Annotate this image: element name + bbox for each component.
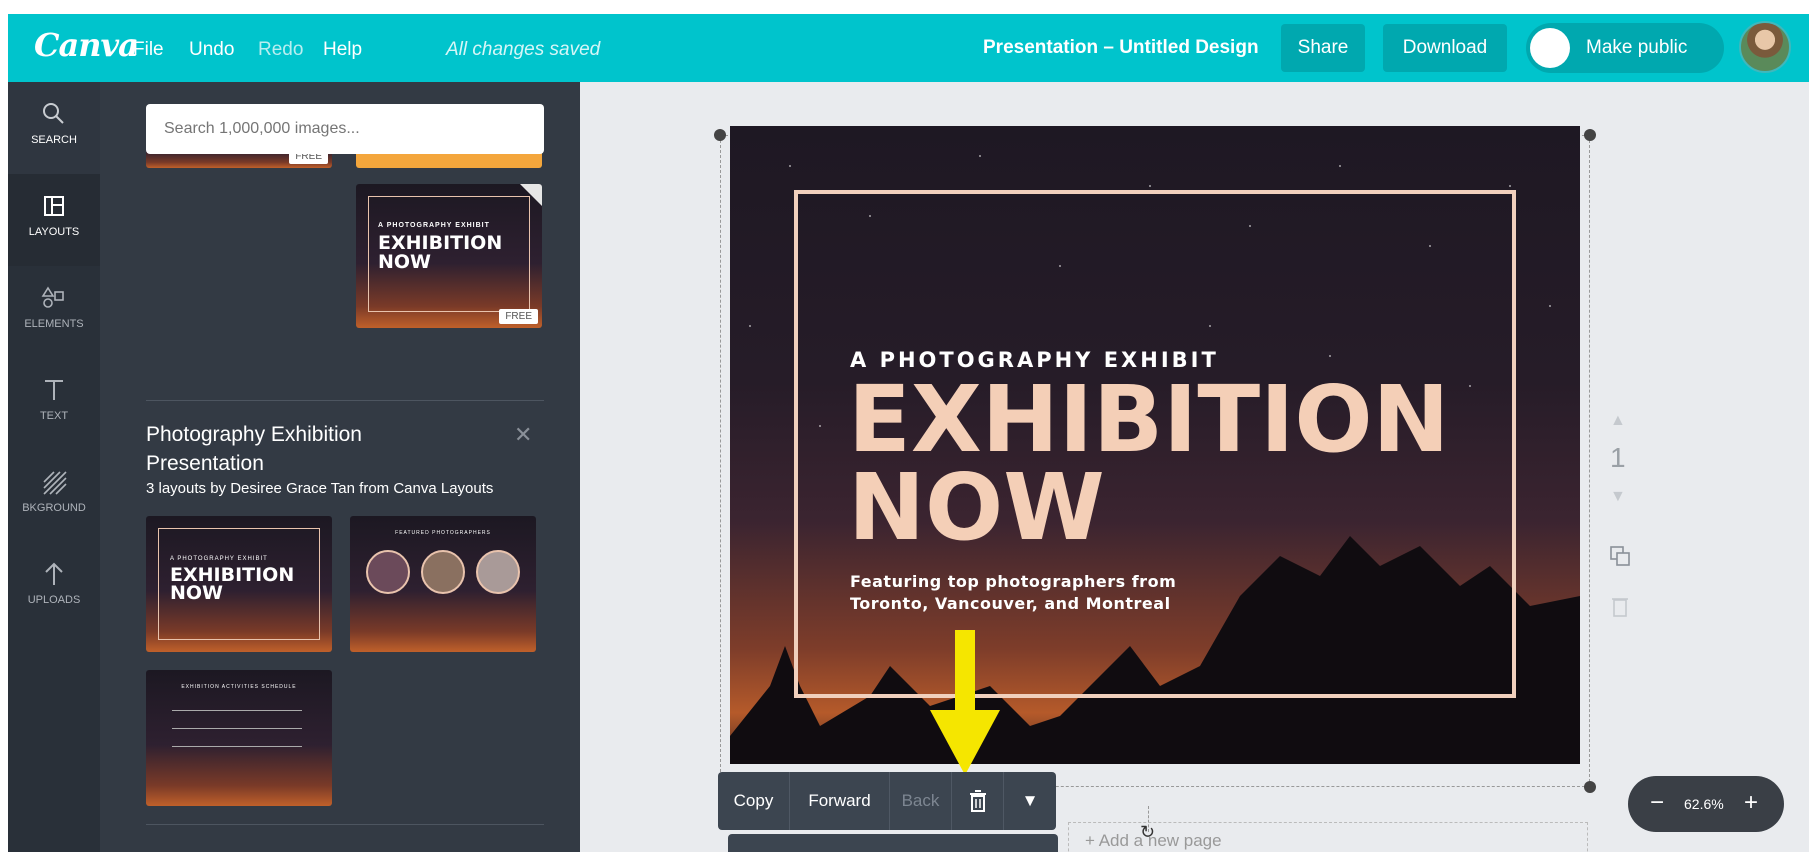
elements-icon <box>41 286 64 308</box>
featured-layout-thumb[interactable]: A PHOTOGRAPHY EXHIBIT EXHIBITION NOW FRE… <box>356 184 542 328</box>
panel-divider <box>146 824 544 825</box>
slide-featuring-text[interactable]: Featuring top photographers from Toronto… <box>850 571 1210 615</box>
share-button[interactable]: Share <box>1281 24 1365 72</box>
layout-thumb-2[interactable]: FEATURED PHOTOGRAPHERS <box>350 516 536 652</box>
thumb-kicker: A PHOTOGRAPHY EXHIBIT <box>378 222 490 229</box>
avatar[interactable] <box>1739 21 1791 73</box>
nav-search[interactable]: SEARCH <box>8 82 100 174</box>
element-toolbar: Copy Forward Back ▼ <box>718 772 1056 830</box>
search-icon <box>43 103 64 124</box>
annotation-arrow <box>930 630 1000 775</box>
schedule-line <box>172 710 302 711</box>
download-button[interactable]: Download <box>1383 24 1507 72</box>
secondary-toolbar <box>728 834 1058 852</box>
zoom-control: − 62.6% + <box>1628 776 1784 832</box>
toggle-knob <box>1530 28 1570 68</box>
nav-background[interactable]: BKGROUND <box>8 450 100 542</box>
photographer-photo <box>476 550 520 594</box>
background-icon <box>43 471 67 495</box>
layouts-panel: FREE A PHOTOGRAPHY EXHIBIT EXHIBITION NO… <box>100 82 580 852</box>
close-icon[interactable]: ✕ <box>514 422 532 448</box>
schedule-line <box>172 746 302 747</box>
nav-background-label: BKGROUND <box>22 502 86 514</box>
slide-headline[interactable]: EXHIBITION NOW <box>848 366 1450 561</box>
resize-handle[interactable] <box>1584 129 1596 141</box>
zoom-level: 62.6% <box>1684 796 1724 812</box>
zoom-in-button[interactable]: + <box>1744 788 1758 818</box>
top-bar: Canva File Undo Redo Help All changes sa… <box>8 14 1809 82</box>
photographer-photo <box>366 550 410 594</box>
nav-elements[interactable]: ELEMENTS <box>8 266 100 358</box>
page-number: 1 <box>1610 442 1626 473</box>
text-icon <box>45 380 63 400</box>
layout-thumb-3[interactable]: EXHIBITION ACTIVITIES SCHEDULE <box>146 670 332 806</box>
nav-uploads[interactable]: UPLOADS <box>8 542 100 634</box>
menu-help[interactable]: Help <box>323 39 362 61</box>
layout-thumb-1[interactable]: A PHOTOGRAPHY EXHIBIT EXHIBITION NOW <box>146 516 332 652</box>
zoom-out-button[interactable]: − <box>1650 788 1664 818</box>
schedule-line <box>172 728 302 729</box>
nav-text-label: TEXT <box>39 410 69 422</box>
canva-editor: Canva File Undo Redo Help All changes sa… <box>8 14 1809 852</box>
menu-undo[interactable]: Undo <box>189 39 234 61</box>
thumb-title: EXHIBITION NOW <box>170 564 295 604</box>
move-up-icon[interactable]: ▲ <box>1610 412 1626 430</box>
layout-set-subtitle: 3 layouts by Desiree Grace Tan from Canv… <box>146 480 494 497</box>
document-title[interactable]: Presentation – Untitled Design <box>983 37 1259 59</box>
forward-button[interactable]: Forward <box>790 772 890 830</box>
menu-file[interactable]: File <box>133 39 164 61</box>
duplicate-page-icon[interactable] <box>1608 544 1632 568</box>
photographer-photo <box>421 550 465 594</box>
layout-set-title: Photography Exhibition Presentation <box>146 423 362 475</box>
headline-line-2: NOW <box>848 454 1105 561</box>
resize-handle[interactable] <box>1584 781 1596 793</box>
page-curl <box>520 184 542 206</box>
nav-text[interactable]: TEXT <box>8 358 100 450</box>
nav-uploads-label: UPLOADS <box>27 594 81 606</box>
make-public-toggle[interactable]: Make public <box>1526 23 1724 73</box>
save-status: All changes saved <box>446 39 601 60</box>
add-page-button[interactable]: + Add a new page <box>1068 822 1588 852</box>
nav-layouts[interactable]: LAYOUTS <box>8 174 100 266</box>
delete-button[interactable] <box>952 772 1004 830</box>
copy-button[interactable]: Copy <box>718 772 790 830</box>
upload-icon <box>45 562 63 585</box>
thumb-title: EXHIBITION ACTIVITIES SCHEDULE <box>181 684 297 690</box>
thumb-title: EXHIBITION NOW <box>378 232 503 273</box>
move-down-icon[interactable]: ▼ <box>1610 488 1626 506</box>
delete-page-icon[interactable] <box>1610 594 1630 618</box>
nav-search-label: SEARCH <box>31 134 77 146</box>
more-options-button[interactable]: ▼ <box>1004 772 1056 830</box>
back-button[interactable]: Back <box>890 772 952 830</box>
thumb-title: FEATURED PHOTOGRAPHERS <box>395 530 491 536</box>
left-nav: SEARCH LAYOUTS ELEMENTS TEXT BKGROUND UP… <box>8 82 100 852</box>
canva-logo[interactable]: Canva <box>34 26 139 64</box>
resize-handle[interactable] <box>714 129 726 141</box>
image-search-input[interactable] <box>146 104 544 154</box>
free-badge: FREE <box>499 309 538 324</box>
nav-layouts-label: LAYOUTS <box>28 226 80 238</box>
trash-icon <box>969 790 986 812</box>
chevron-down-icon: ▼ <box>1021 791 1039 810</box>
panel-divider <box>146 400 544 401</box>
headline-line-1: EXHIBITION <box>848 366 1450 473</box>
thumb-kicker: A PHOTOGRAPHY EXHIBIT <box>170 556 268 562</box>
make-public-label: Make public <box>1586 37 1688 58</box>
nav-elements-label: ELEMENTS <box>24 318 84 330</box>
menu-redo[interactable]: Redo <box>258 39 303 61</box>
layouts-icon <box>44 196 64 216</box>
slide-canvas[interactable]: A PHOTOGRAPHY EXHIBIT EXHIBITION NOW Fea… <box>730 126 1580 764</box>
